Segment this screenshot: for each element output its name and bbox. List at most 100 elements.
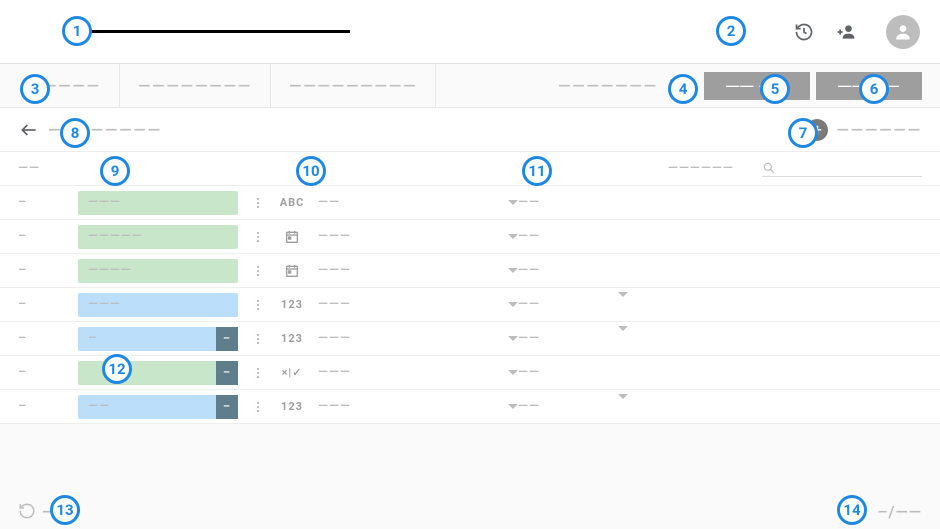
row-index: – — [18, 297, 78, 312]
tab-0[interactable]: ———— — [44, 64, 120, 108]
row-extra[interactable] — [618, 297, 668, 312]
row-menu-icon[interactable] — [238, 400, 278, 414]
chip-tag: – — [216, 327, 238, 351]
row-type-label: ——— — [318, 297, 496, 312]
row-name-cell[interactable]: ————— — [78, 225, 238, 249]
number-icon: 123 — [278, 298, 306, 311]
row-type-label: —— — [318, 195, 496, 210]
chevron-down-icon — [618, 394, 628, 414]
row-type-cell[interactable]: ABC —— — [278, 195, 518, 210]
callout-4: 4 — [668, 74, 698, 104]
back-arrow-icon[interactable] — [18, 119, 40, 141]
name-chip[interactable]: ————— — [78, 225, 238, 249]
row-index: – — [18, 399, 78, 414]
row-name-cell[interactable]: –– — [78, 327, 238, 351]
row-index: – — [18, 365, 78, 380]
chevron-down-icon — [508, 268, 518, 273]
row-menu-icon[interactable] — [238, 366, 278, 380]
row-type-cell[interactable]: 123 ——— — [278, 297, 518, 312]
row-type-cell[interactable]: 123 ——— — [278, 331, 518, 346]
name-chip[interactable]: ——– — [78, 395, 238, 419]
calendar-icon — [278, 229, 306, 245]
row-d: —— — [518, 263, 618, 278]
row-name-cell[interactable]: ———— — [78, 259, 238, 283]
rows-container: –———ABC————–——————————–—————————–———123—… — [0, 186, 940, 424]
row-type-cell[interactable]: ——— — [278, 229, 518, 245]
table-row: –———ABC———— — [0, 186, 940, 220]
chevron-down-icon — [508, 404, 518, 409]
calendar-icon — [278, 263, 306, 279]
row-d: —— — [518, 399, 618, 414]
callout-2: 2 — [716, 16, 746, 46]
chevron-down-icon — [508, 234, 518, 239]
row-d: —— — [518, 297, 618, 312]
row-d: —— — [518, 229, 618, 244]
number-icon: 123 — [278, 332, 306, 345]
row-name-cell[interactable]: ——— — [78, 191, 238, 215]
chevron-down-icon — [508, 200, 518, 205]
name-chip[interactable]: ——— — [78, 191, 238, 215]
row-extra[interactable] — [618, 399, 668, 414]
add-person-icon[interactable] — [834, 20, 858, 44]
row-menu-icon[interactable] — [238, 196, 278, 210]
row-type-cell[interactable]: ×|✓ ——— — [278, 365, 518, 380]
row-menu-icon[interactable] — [238, 298, 278, 312]
chevron-down-icon — [508, 302, 518, 307]
row-extra[interactable] — [618, 331, 668, 346]
search-icon — [762, 160, 776, 176]
callout-13: 13 — [50, 495, 80, 525]
row-type-label: ——— — [318, 229, 496, 244]
row-type-cell[interactable]: 123 ——— — [278, 399, 518, 414]
tab-1[interactable]: ———————— — [120, 64, 271, 108]
app-header — [0, 0, 940, 64]
tab-2[interactable]: ————————— — [271, 64, 436, 108]
chip-tag: – — [216, 395, 238, 419]
search-input[interactable] — [782, 161, 922, 176]
row-d: —— — [518, 331, 618, 346]
col-e: —————— — [668, 161, 762, 176]
callout-3: 3 — [20, 74, 50, 104]
callout-7: 7 — [788, 118, 818, 148]
pager: –/—— — [877, 502, 922, 521]
chip-tag: – — [216, 361, 238, 385]
table-row: –————————— — [0, 254, 940, 288]
row-type-label: ——— — [318, 399, 496, 414]
row-type-label: ——— — [318, 331, 496, 346]
table-row: –—————————— — [0, 220, 940, 254]
callout-10: 10 — [296, 156, 326, 186]
text-icon: ABC — [278, 196, 306, 209]
callout-6: 6 — [859, 74, 889, 104]
row-d: —— — [518, 195, 618, 210]
callout-1: 1 — [62, 16, 92, 46]
name-chip[interactable]: –– — [78, 327, 238, 351]
table-row: –———123————— — [0, 288, 940, 322]
row-menu-icon[interactable] — [238, 332, 278, 346]
name-chip[interactable]: ———— — [78, 259, 238, 283]
primary-button[interactable]: —— —— — [704, 72, 810, 100]
search-field[interactable] — [762, 160, 922, 177]
history-icon[interactable] — [792, 20, 816, 44]
tabs-toolbar: ———— ———————— ————————— ——————— —— —— ——… — [0, 64, 940, 108]
row-type-cell[interactable]: ——— — [278, 263, 518, 279]
table-row: –––123————— — [0, 322, 940, 356]
row-name-cell[interactable]: ——— — [78, 293, 238, 317]
row-type-label: ——— — [318, 365, 496, 380]
footer: ——— –/—— — [0, 494, 940, 528]
callout-5: 5 — [760, 74, 790, 104]
row-menu-icon[interactable] — [238, 230, 278, 244]
add-label: —————— — [836, 120, 922, 139]
row-menu-icon[interactable] — [238, 264, 278, 278]
row-index: – — [18, 229, 78, 244]
chevron-down-icon — [618, 326, 628, 346]
column-headers: —— —————— — [0, 152, 940, 186]
row-name-cell[interactable]: ——– — [78, 395, 238, 419]
name-chip[interactable]: ——— — [78, 293, 238, 317]
table-row: –——–123————— — [0, 390, 940, 424]
title-placeholder — [90, 30, 350, 33]
boolean-icon: ×|✓ — [278, 366, 306, 379]
row-d: —— — [518, 365, 618, 380]
table-row: ––×|✓————— — [0, 356, 940, 390]
number-icon: 123 — [278, 400, 306, 413]
avatar[interactable] — [886, 15, 920, 49]
refresh-icon[interactable] — [18, 502, 36, 520]
